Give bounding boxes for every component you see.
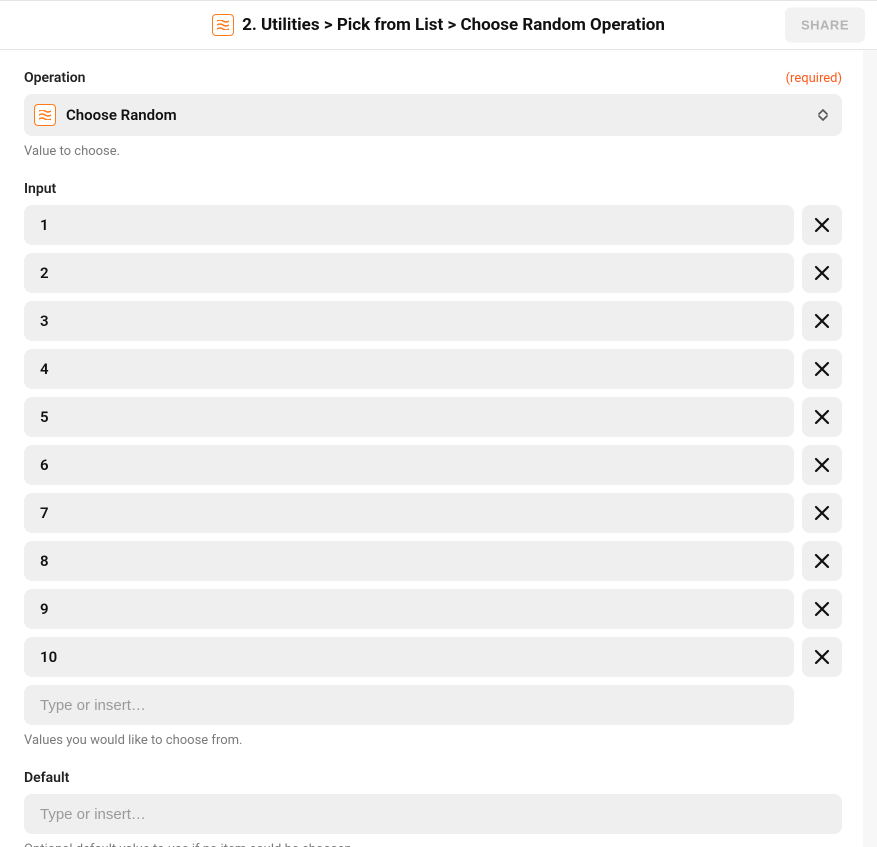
operation-helper: Value to choose. bbox=[24, 144, 842, 159]
input-value[interactable]: 10 bbox=[24, 637, 794, 677]
input-value[interactable]: 9 bbox=[24, 589, 794, 629]
delete-button[interactable] bbox=[802, 493, 842, 533]
input-row: 6 bbox=[24, 445, 842, 485]
operation-select[interactable]: Choose Random bbox=[24, 94, 842, 136]
close-icon bbox=[813, 648, 831, 666]
default-helper: Optional default value to use if no item… bbox=[24, 842, 842, 847]
close-icon bbox=[813, 456, 831, 474]
scrollbar-track[interactable] bbox=[863, 50, 877, 847]
close-icon bbox=[813, 360, 831, 378]
input-row: 7 bbox=[24, 493, 842, 533]
input-value[interactable]: 7 bbox=[24, 493, 794, 533]
delete-button[interactable] bbox=[802, 253, 842, 293]
delete-button[interactable] bbox=[802, 301, 842, 341]
input-value[interactable]: 8 bbox=[24, 541, 794, 581]
operation-header: Operation (required) bbox=[24, 70, 842, 86]
input-row: 4 bbox=[24, 349, 842, 389]
share-button[interactable]: SHARE bbox=[785, 8, 865, 43]
close-icon bbox=[813, 312, 831, 330]
input-helper: Values you would like to choose from. bbox=[24, 733, 842, 748]
delete-button[interactable] bbox=[802, 349, 842, 389]
input-value[interactable]: 6 bbox=[24, 445, 794, 485]
input-row: 8 bbox=[24, 541, 842, 581]
close-icon bbox=[813, 216, 831, 234]
input-row: 1 bbox=[24, 205, 842, 245]
utilities-icon bbox=[212, 14, 234, 36]
breadcrumb-container: 2. Utilities > Pick from List > Choose R… bbox=[212, 14, 665, 36]
input-add-text[interactable] bbox=[40, 697, 778, 714]
operation-value: Choose Random bbox=[66, 106, 808, 124]
input-label: Input bbox=[24, 181, 842, 197]
input-list: 1 2 3 4 5 6 7 8 9 10 bbox=[24, 205, 842, 677]
input-row: 3 bbox=[24, 301, 842, 341]
delete-button[interactable] bbox=[802, 637, 842, 677]
default-field[interactable] bbox=[24, 794, 842, 834]
delete-button[interactable] bbox=[802, 397, 842, 437]
utilities-icon bbox=[34, 104, 56, 126]
input-row: 10 bbox=[24, 637, 842, 677]
input-row: 2 bbox=[24, 253, 842, 293]
close-icon bbox=[813, 408, 831, 426]
input-value[interactable]: 2 bbox=[24, 253, 794, 293]
close-icon bbox=[813, 264, 831, 282]
delete-button[interactable] bbox=[802, 205, 842, 245]
delete-button[interactable] bbox=[802, 589, 842, 629]
default-label: Default bbox=[24, 770, 842, 786]
page-header: 2. Utilities > Pick from List > Choose R… bbox=[0, 0, 877, 50]
close-icon bbox=[813, 504, 831, 522]
default-text[interactable] bbox=[40, 806, 826, 823]
close-icon bbox=[813, 552, 831, 570]
input-value[interactable]: 1 bbox=[24, 205, 794, 245]
input-row: 9 bbox=[24, 589, 842, 629]
input-value[interactable]: 4 bbox=[24, 349, 794, 389]
operation-label: Operation bbox=[24, 70, 85, 86]
input-value[interactable]: 3 bbox=[24, 301, 794, 341]
required-badge: (required) bbox=[786, 71, 842, 86]
input-value[interactable]: 5 bbox=[24, 397, 794, 437]
form-body: Operation (required) Choose Random Value… bbox=[0, 50, 877, 847]
select-stepper-icon bbox=[818, 109, 828, 121]
input-add-field[interactable] bbox=[24, 685, 794, 725]
delete-button[interactable] bbox=[802, 541, 842, 581]
delete-button[interactable] bbox=[802, 445, 842, 485]
input-row: 5 bbox=[24, 397, 842, 437]
close-icon bbox=[813, 600, 831, 618]
breadcrumb: 2. Utilities > Pick from List > Choose R… bbox=[242, 15, 665, 35]
